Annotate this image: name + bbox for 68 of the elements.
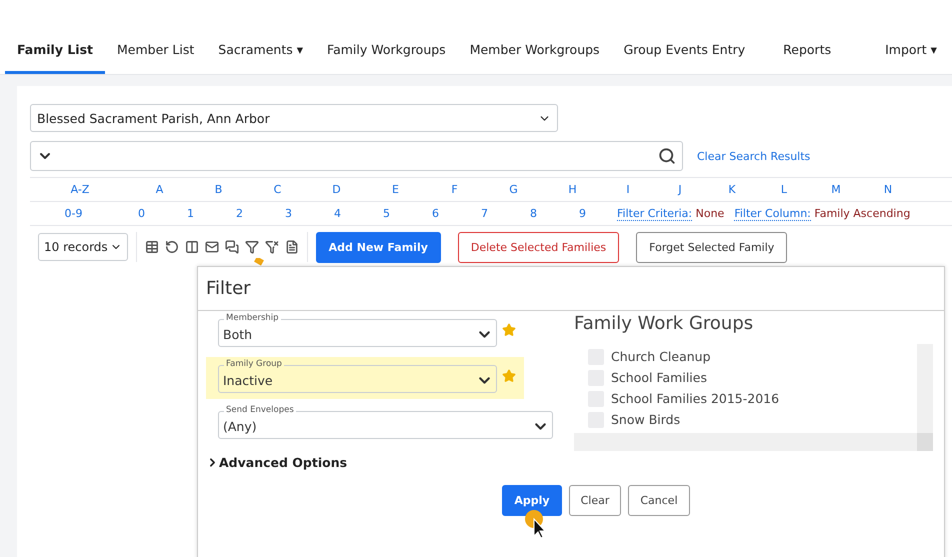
filter-icon[interactable] [244,240,259,254]
letter-link[interactable]: L [758,183,810,196]
undo-icon[interactable] [164,240,179,254]
digit-link[interactable]: 4 [313,207,362,220]
nav-tab[interactable]: Member List [105,42,206,74]
field-label: Send Envelopes [224,404,296,416]
field-label: Membership [224,312,281,324]
field-label: Family Group [224,358,284,370]
nav-tab[interactable]: Member Workgroups [458,42,612,74]
dialog-button[interactable]: Cancel [628,485,690,516]
digit-link[interactable]: 7 [460,207,509,220]
letter-link[interactable]: M [810,183,862,196]
letter-link[interactable]: C [248,183,307,196]
workgroup-label: School Families [611,370,707,385]
letter-link[interactable]: B [189,183,248,196]
letter-link[interactable]: I [602,183,654,196]
advanced-options-toggle[interactable]: Advanced Options [206,455,561,470]
columns-icon[interactable] [184,240,199,254]
digit-link[interactable]: 1 [166,207,215,220]
letter-link[interactable]: K [706,183,758,196]
messages-icon[interactable] [224,240,239,254]
filter-clear-icon[interactable] [264,240,279,254]
letter-link[interactable]: A [130,183,189,196]
nav-tab[interactable]: Group Events Entry [612,42,758,74]
records-select[interactable]: 10 records [38,233,128,261]
dialog-title: Filter [206,278,251,299]
workgroup-label: Church Cleanup [611,349,711,364]
clear-search-link[interactable]: Clear Search Results [697,150,810,162]
letter-link[interactable]: N [862,183,914,196]
dialog-button[interactable]: Clear [568,485,622,516]
action-button[interactable]: Forget Selected Family [636,232,788,262]
letter-link[interactable]: J [654,183,706,196]
file-icon[interactable] [284,240,299,254]
letter-link[interactable]: D [307,183,366,196]
action-button[interactable]: Delete Selected Families [458,232,620,262]
letter-link[interactable]: E [366,183,425,196]
digit-link[interactable]: 5 [362,207,411,220]
digit-link[interactable]: 8 [509,207,558,220]
letter-link[interactable]: G [484,183,543,196]
nav-tab[interactable]: Family Workgroups [315,42,458,74]
digit-link[interactable]: 3 [264,207,313,220]
action-button[interactable]: Add New Family [316,232,441,262]
nav-tab[interactable]: Reports [771,42,844,74]
digit-link[interactable]: 9 [558,207,607,220]
letter-link[interactable]: A-Z [30,183,130,196]
parish-select[interactable]: Blessed Sacrament Parish, Ann Arbor [30,104,558,132]
digit-link[interactable]: 2 [215,207,264,220]
letter-link[interactable]: H [543,183,602,196]
dropdown-field[interactable]: Send Envelopes (Any) [218,404,553,439]
section-title: Family Work Groups [574,313,754,334]
workgroup-label: Snow Birds [611,412,680,427]
scrollbar-corner [917,433,933,451]
filter-info: Filter Criteria: None [617,207,724,220]
mail-icon[interactable] [204,240,219,254]
workgroup-label: School Families 2015-2016 [611,391,780,406]
nav-tab[interactable]: Import ▾ [873,42,949,74]
table-icon[interactable] [144,240,159,254]
dropdown-field[interactable]: Family Group Inactive [218,358,497,393]
nav-tab[interactable]: Sacraments ▾ [206,42,316,74]
filter-info: Filter Column: Family Ascending [734,207,910,220]
digit-link[interactable]: 0-9 [30,207,117,220]
dialog-button[interactable]: Apply [502,485,562,516]
letter-link[interactable]: F [425,183,484,196]
digit-link[interactable]: 6 [411,207,460,220]
digit-link[interactable]: 0 [117,207,166,220]
search-field[interactable] [30,141,683,171]
search-icon[interactable] [658,147,676,165]
dropdown-field[interactable]: Membership Both [218,312,497,347]
